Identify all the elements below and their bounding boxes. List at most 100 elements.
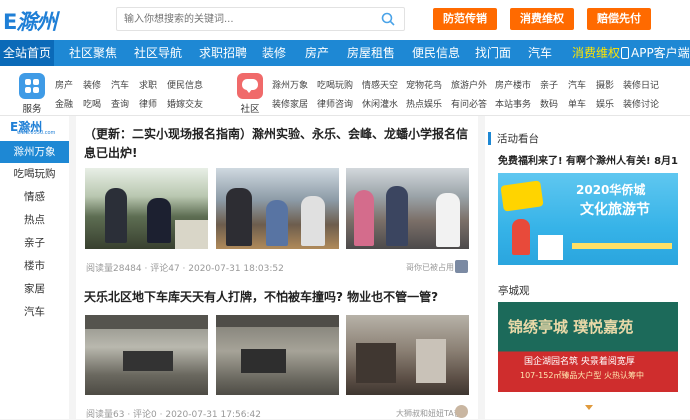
sidebar-item-home[interactable]: 家居: [0, 278, 69, 300]
service-link[interactable]: 求职: [139, 78, 157, 91]
nav-app-label: APP客户端: [631, 46, 690, 60]
community-link[interactable]: 本站事务: [495, 97, 531, 110]
property-ad-banner[interactable]: 锦绣亭城 璞悦嘉苑 国企湖园名筑 央景着阅宽厚 107-152㎡臻品大户型 火热…: [498, 302, 678, 392]
tingcheng-section-title: 亭城观: [498, 285, 530, 297]
site-logo[interactable]: E滁州: [3, 6, 57, 36]
service-label: 服务: [22, 104, 42, 115]
banner-strip: [572, 243, 672, 249]
nav-community-focus[interactable]: 社区聚焦: [69, 40, 117, 66]
community-link[interactable]: 宠物花鸟: [406, 78, 442, 91]
ad-line-1: 国企湖园名筑 央景着阅宽厚: [524, 357, 635, 367]
post-thumbnail[interactable]: [216, 315, 339, 395]
community-link[interactable]: 房产楼市: [495, 78, 531, 91]
category-band: 服务 房产 装修 汽车 求职 便民信息 金融 吃喝 查询 律师 婚嫁交友 社区 …: [0, 66, 690, 116]
post-title[interactable]: 天乐北区地下车库天天有人打牌，不怕被车撞吗? 物业也不管一管?: [84, 288, 469, 307]
community-link[interactable]: 律师咨询: [317, 97, 353, 110]
community-link[interactable]: 热点娱乐: [406, 97, 442, 110]
sidebar-item-parenting[interactable]: 亲子: [0, 232, 69, 254]
search-box: [116, 7, 405, 31]
nav-jobs[interactable]: 求职招聘: [199, 40, 247, 66]
service-link[interactable]: 吃喝: [83, 97, 101, 110]
phone-icon: [621, 47, 629, 59]
qr-code-icon: [538, 235, 563, 260]
community-label: 社区: [240, 104, 260, 115]
sidebar-item-hot[interactable]: 热点: [0, 209, 69, 231]
sidebar-item-emotion[interactable]: 情感: [0, 186, 69, 208]
fraud-prevention-button[interactable]: 防范传销: [433, 8, 497, 30]
post-thumbnail[interactable]: [85, 315, 208, 395]
community-link[interactable]: 汽车: [568, 78, 586, 91]
avatar[interactable]: [455, 405, 468, 418]
compensation-button[interactable]: 赔偿先付: [587, 8, 651, 30]
ticket-icon: [500, 180, 544, 212]
community-link[interactable]: 有问必答: [451, 97, 487, 110]
banner-title: 2020华侨城: [576, 183, 646, 197]
nav-cars[interactable]: 汽车: [528, 40, 552, 66]
nav-consumer-rights[interactable]: 消费维权: [572, 40, 620, 66]
service-link[interactable]: 便民信息: [167, 78, 203, 91]
community-link[interactable]: 旅游户外: [451, 78, 487, 91]
ad-line-2: 107-152㎡臻品大户型 火热认筹中: [520, 371, 644, 380]
child-figure: [512, 219, 530, 255]
post-thumbnail[interactable]: [346, 168, 469, 249]
nav-rental[interactable]: 房屋租售: [347, 40, 395, 66]
main-nav: 全站首页 社区聚焦 社区导航 求职招聘 装修 房产 房屋租售 便民信息 找门面 …: [0, 40, 690, 66]
post-thumbnail[interactable]: [85, 168, 208, 249]
community-link[interactable]: 装修日记: [623, 78, 659, 91]
activity-headline[interactable]: 免费福利来了! 有啊个滁州人有关! 8月1: [498, 152, 678, 167]
service-link[interactable]: 汽车: [111, 78, 129, 91]
post-thumbnail[interactable]: [216, 168, 339, 249]
service-link[interactable]: 金融: [55, 97, 73, 110]
activity-section-title: 活动看台: [497, 133, 539, 145]
community-link[interactable]: 吃喝玩购: [317, 78, 353, 91]
community-link[interactable]: 装修讨论: [623, 97, 659, 110]
community-link[interactable]: 亲子: [540, 78, 558, 91]
community-link[interactable]: 休闲灌水: [362, 97, 398, 110]
nav-decoration[interactable]: 装修: [262, 40, 286, 66]
community-link[interactable]: 装修家居: [272, 97, 308, 110]
post-author[interactable]: 哥你已被占用: [406, 262, 454, 273]
nav-home[interactable]: 全站首页: [0, 40, 54, 66]
service-icon: [19, 73, 45, 99]
post-meta: 阅读量28484 · 评论47 · 2020-07-31 18:03:52: [86, 264, 284, 274]
post-thumbnail[interactable]: [346, 315, 469, 395]
chevron-down-icon[interactable]: [585, 405, 593, 410]
logo-text: 滁州: [16, 10, 57, 34]
header: E滁州 防范传销 消费维权 赔偿先付: [0, 0, 690, 40]
activity-banner[interactable]: 2020华侨城 文化旅游节: [498, 173, 678, 265]
community-link[interactable]: 摄影: [596, 78, 614, 91]
nav-storefront[interactable]: 找门面: [475, 40, 511, 66]
service-link[interactable]: 婚嫁交友: [167, 97, 203, 110]
service-link[interactable]: 房产: [55, 78, 73, 91]
banner-subtitle: 文化旅游节: [580, 202, 650, 218]
section-marker: [488, 132, 491, 145]
sidebar-item-wanxiang[interactable]: 滁州万象: [0, 141, 69, 163]
nav-convenience[interactable]: 便民信息: [412, 40, 460, 66]
service-link[interactable]: 装修: [83, 78, 101, 91]
nav-property[interactable]: 房产: [305, 40, 329, 66]
nav-community-guide[interactable]: 社区导航: [134, 40, 182, 66]
search-input[interactable]: [117, 8, 367, 30]
avatar[interactable]: [455, 260, 468, 273]
sidebar-item-cars[interactable]: 汽车: [0, 301, 69, 323]
post-author[interactable]: 大狮叔和妞妞TA爸: [396, 408, 462, 419]
service-category[interactable]: 服务: [17, 73, 47, 115]
post-meta: 阅读量63 · 评论0 · 2020-07-31 17:56:42: [86, 410, 261, 420]
community-link[interactable]: 单车: [568, 97, 586, 110]
logo-letter: E: [3, 10, 17, 34]
post-title[interactable]: （更新：二实小现场报名指南）滁州实验、永乐、会峰、龙蟠小学报名信息已出炉!: [84, 125, 469, 163]
sidebar-item-property[interactable]: 楼市: [0, 255, 69, 277]
community-link[interactable]: 娱乐: [596, 97, 614, 110]
search-icon[interactable]: [381, 12, 395, 26]
service-link[interactable]: 律师: [139, 97, 157, 110]
consumer-rights-button[interactable]: 消费维权: [510, 8, 574, 30]
nav-app[interactable]: APP客户端: [621, 40, 690, 66]
service-link[interactable]: 查询: [111, 97, 129, 110]
community-link[interactable]: 情感天空: [362, 78, 398, 91]
ad-calligraphy: 锦绣亭城 璞悦嘉苑: [508, 318, 634, 336]
community-category[interactable]: 社区: [235, 73, 265, 115]
community-link[interactable]: 滁州万象: [272, 78, 308, 91]
community-link[interactable]: 数码: [540, 97, 558, 110]
chat-icon: [237, 73, 263, 99]
sidebar-item-food[interactable]: 吃喝玩购: [0, 163, 69, 185]
